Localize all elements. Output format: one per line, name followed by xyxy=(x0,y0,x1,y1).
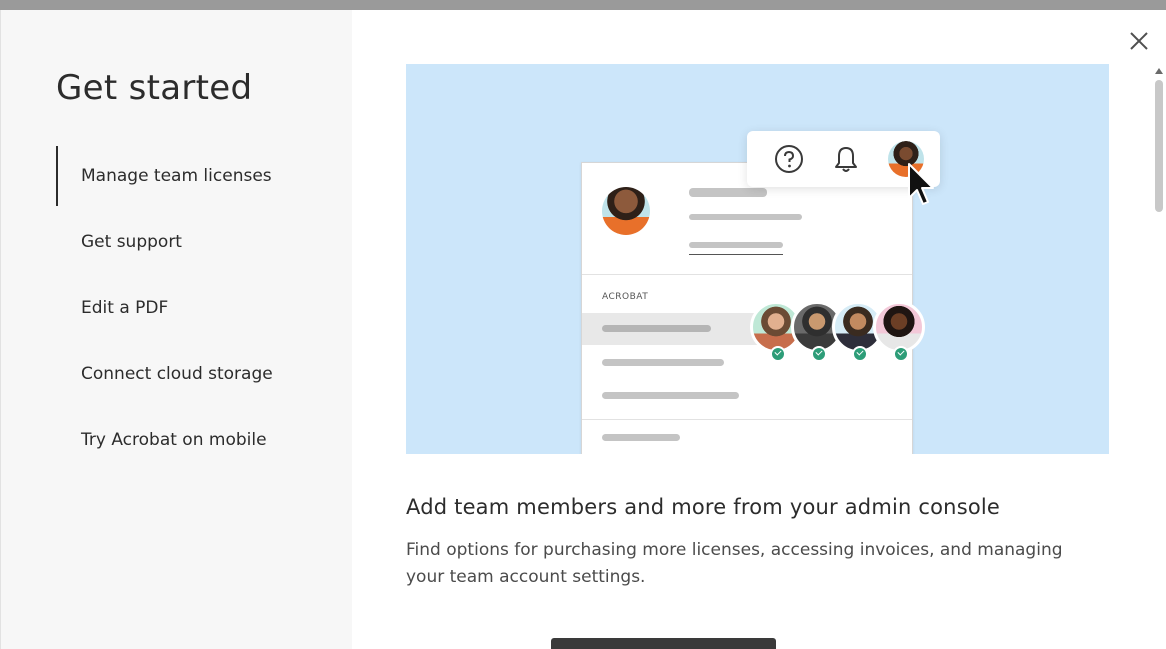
card-divider xyxy=(582,419,912,420)
placeholder-line xyxy=(602,325,711,332)
checkmark-icon xyxy=(770,346,786,362)
profile-avatar xyxy=(602,187,650,235)
team-member-avatar xyxy=(873,301,925,362)
primary-action-button[interactable] xyxy=(551,638,776,649)
nav-item-edit-a-pdf[interactable]: Edit a PDF xyxy=(1,278,352,344)
close-button[interactable] xyxy=(1126,28,1152,54)
section-heading: Add team members and more from your admi… xyxy=(406,495,1001,519)
page-title: Get started xyxy=(56,68,253,108)
checkmark-icon xyxy=(893,346,909,362)
scroll-up-arrow-icon[interactable] xyxy=(1155,68,1163,74)
placeholder-line xyxy=(689,214,802,220)
close-icon xyxy=(1130,32,1148,50)
placeholder-line xyxy=(602,359,724,366)
placeholder-line xyxy=(602,434,680,441)
help-icon xyxy=(775,145,803,173)
bell-icon xyxy=(835,147,857,172)
nav-item-connect-cloud-storage[interactable]: Connect cloud storage xyxy=(1,344,352,410)
card-divider xyxy=(582,274,912,275)
scrollbar[interactable] xyxy=(1152,68,1166,649)
team-members-group xyxy=(750,301,930,362)
placeholder-underline xyxy=(689,254,783,255)
sidebar: Get started Manage team licenses Get sup… xyxy=(0,10,352,649)
placeholder-line xyxy=(602,392,739,399)
section-description: Find options for purchasing more license… xyxy=(406,540,1063,587)
placeholder-line xyxy=(689,242,783,248)
sidebar-nav: Manage team licenses Get support Edit a … xyxy=(1,146,352,476)
get-started-dialog: Get started Manage team licenses Get sup… xyxy=(0,10,1166,649)
nav-item-manage-team-licenses[interactable]: Manage team licenses xyxy=(1,146,352,212)
nav-item-try-acrobat-on-mobile[interactable]: Try Acrobat on mobile xyxy=(1,410,352,476)
hero-illustration: ACROBAT xyxy=(406,64,1109,454)
scrollbar-thumb[interactable] xyxy=(1155,80,1163,212)
checkmark-icon xyxy=(852,346,868,362)
mouse-pointer-icon xyxy=(908,163,934,205)
app-section-label: ACROBAT xyxy=(602,292,649,302)
checkmark-icon xyxy=(811,346,827,362)
nav-item-get-support[interactable]: Get support xyxy=(1,212,352,278)
placeholder-line xyxy=(689,188,767,197)
